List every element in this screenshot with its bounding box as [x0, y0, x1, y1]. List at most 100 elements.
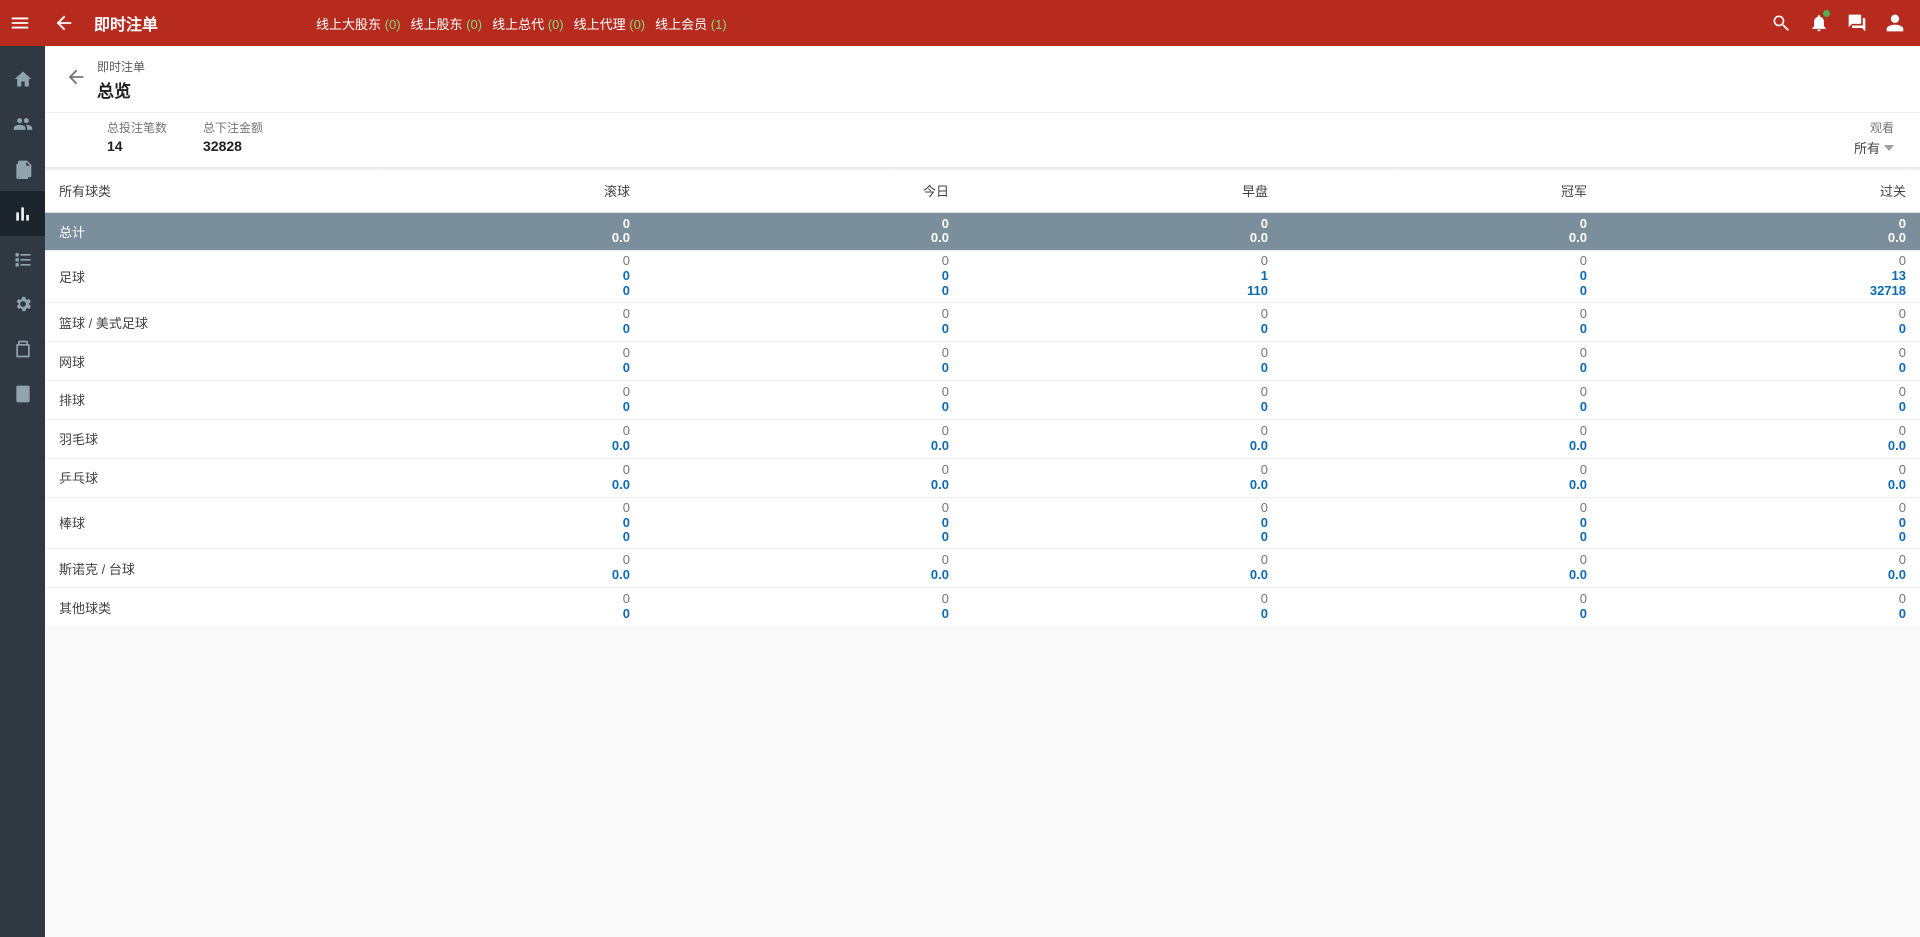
cell-value-mid[interactable]: 0 — [339, 400, 630, 415]
page-back-button[interactable] — [59, 60, 93, 94]
account-button[interactable] — [1876, 0, 1914, 46]
cell-value-mid[interactable]: 0 — [1615, 607, 1906, 622]
online-status-row: 线上大股东 (0) 线上股东 (0) 线上总代 (0) 线上代理 (0) 线上会… — [316, 14, 727, 33]
cell-value-mid[interactable]: 0 — [658, 361, 949, 376]
status-big-shareholder[interactable]: 线上大股东 (0) — [316, 14, 401, 33]
cell-value-bottom[interactable]: 0 — [658, 530, 949, 545]
cell-value-bottom[interactable]: 0 — [658, 284, 949, 299]
cell-value-mid[interactable]: 0 — [1615, 516, 1906, 531]
status-shareholder[interactable]: 线上股东 (0) — [411, 14, 483, 33]
cell-value-mid[interactable]: 0 — [1296, 607, 1587, 622]
cell-value-top: 0 — [1296, 307, 1587, 322]
data-cell: 00 — [644, 342, 963, 381]
cell-value-mid[interactable]: 1 — [977, 269, 1268, 284]
cell-value-mid[interactable]: 0.0 — [339, 439, 630, 454]
sidebar-item-clipboard[interactable] — [0, 326, 45, 371]
row-name[interactable]: 足球 — [45, 251, 325, 303]
chat-button[interactable] — [1838, 0, 1876, 46]
notifications-button[interactable] — [1800, 0, 1838, 46]
cell-value-mid[interactable]: 0 — [658, 607, 949, 622]
cell-value-bottom[interactable]: 0 — [339, 284, 630, 299]
cell-value-mid[interactable]: 0 — [339, 269, 630, 284]
cell-value-mid[interactable]: 0 — [1296, 400, 1587, 415]
cell-value-mid[interactable]: 0 — [977, 322, 1268, 337]
cell-value-mid[interactable]: 0 — [1296, 516, 1587, 531]
cell-value-bottom[interactable]: 110 — [977, 284, 1268, 299]
sidebar-item-home[interactable] — [0, 56, 45, 101]
cell-value-mid[interactable]: 0.0 — [977, 478, 1268, 493]
sidebar-item-users[interactable] — [0, 101, 45, 146]
cell-value-mid[interactable]: 0 — [977, 400, 1268, 415]
row-name[interactable]: 羽毛球 — [45, 419, 325, 458]
cell-value-mid[interactable]: 0 — [1296, 269, 1587, 284]
cell-value-mid[interactable]: 0.0 — [339, 568, 630, 583]
cell-value-mid[interactable]: 0 — [658, 322, 949, 337]
cell-value-mid[interactable]: 0.0 — [1296, 439, 1587, 454]
status-general-agent[interactable]: 线上总代 (0) — [492, 14, 564, 33]
row-name[interactable]: 其他球类 — [45, 588, 325, 626]
cell-value-mid[interactable]: 0 — [658, 400, 949, 415]
sidebar-item-logs[interactable] — [0, 371, 45, 416]
sidebar-item-manage[interactable] — [0, 236, 45, 281]
data-cell: 00 — [1601, 588, 1920, 626]
cell-value-bottom[interactable]: 0 — [1615, 530, 1906, 545]
row-name[interactable]: 棒球 — [45, 497, 325, 549]
cell-value-mid: 0.0 — [1615, 231, 1906, 246]
cell-value-mid[interactable]: 0 — [1615, 322, 1906, 337]
cell-value-mid[interactable]: 0 — [1615, 400, 1906, 415]
cell-value-mid[interactable]: 0 — [977, 607, 1268, 622]
cell-value-top: 0 — [1615, 307, 1906, 322]
cell-value-mid[interactable]: 0.0 — [1296, 568, 1587, 583]
cell-value-mid[interactable]: 0.0 — [658, 439, 949, 454]
status-member[interactable]: 线上会员 (1) — [655, 14, 727, 33]
cell-value-top: 0 — [977, 385, 1268, 400]
back-button-top[interactable] — [44, 0, 84, 46]
cell-value-mid[interactable]: 0 — [339, 361, 630, 376]
cell-value-mid[interactable]: 0.0 — [1615, 478, 1906, 493]
cell-value-mid[interactable]: 0 — [977, 361, 1268, 376]
row-name[interactable]: 乒乓球 — [45, 458, 325, 497]
table-row: 乒乓球00.000.000.000.000.0 — [45, 458, 1920, 497]
cell-value-mid[interactable]: 0 — [1296, 361, 1587, 376]
data-cell: 01332718 — [1601, 251, 1920, 303]
row-name[interactable]: 网球 — [45, 342, 325, 381]
data-cell: 000 — [325, 251, 644, 303]
cell-value-mid[interactable]: 0 — [339, 516, 630, 531]
search-button[interactable] — [1762, 0, 1800, 46]
view-filter-dropdown[interactable]: 观看 所有 — [1854, 119, 1894, 157]
sidebar-item-docs[interactable] — [0, 146, 45, 191]
cell-value-mid[interactable]: 0.0 — [339, 478, 630, 493]
data-cell: 00.0 — [644, 212, 963, 251]
cell-value-mid[interactable]: 0 — [977, 516, 1268, 531]
cell-value-bottom[interactable]: 0 — [977, 530, 1268, 545]
cell-value-mid[interactable]: 0.0 — [1615, 568, 1906, 583]
menu-button[interactable] — [0, 0, 40, 46]
cell-value-bottom[interactable]: 0 — [1296, 284, 1587, 299]
cell-value-bottom[interactable]: 0 — [339, 530, 630, 545]
cell-value-mid[interactable]: 0.0 — [977, 439, 1268, 454]
cell-value-mid[interactable]: 0 — [1615, 361, 1906, 376]
cell-value-mid[interactable]: 0.0 — [658, 478, 949, 493]
cell-value-mid[interactable]: 0.0 — [977, 568, 1268, 583]
cell-value-mid[interactable]: 0.0 — [1296, 478, 1587, 493]
cell-value-mid[interactable]: 0 — [658, 269, 949, 284]
cell-value-mid[interactable]: 13 — [1615, 269, 1906, 284]
status-label: 线上会员 — [655, 17, 707, 32]
row-name[interactable]: 篮球 / 美式足球 — [45, 303, 325, 342]
row-name[interactable]: 排球 — [45, 380, 325, 419]
app-title: 即时注单 — [88, 11, 176, 35]
cell-value-bottom[interactable]: 0 — [1296, 530, 1587, 545]
status-agent[interactable]: 线上代理 (0) — [574, 14, 646, 33]
cell-value-bottom[interactable]: 32718 — [1615, 284, 1906, 299]
cell-value-mid[interactable]: 0.0 — [658, 568, 949, 583]
cell-value-mid[interactable]: 0 — [339, 322, 630, 337]
zoom-icon — [1771, 13, 1791, 33]
row-name[interactable]: 斯诺克 / 台球 — [45, 549, 325, 588]
list-icon — [13, 249, 33, 269]
sidebar-item-settings[interactable] — [0, 281, 45, 326]
cell-value-mid[interactable]: 0 — [1296, 322, 1587, 337]
cell-value-mid[interactable]: 0 — [658, 516, 949, 531]
sidebar-item-reports[interactable] — [0, 191, 45, 236]
cell-value-mid[interactable]: 0.0 — [1615, 439, 1906, 454]
cell-value-mid[interactable]: 0 — [339, 607, 630, 622]
